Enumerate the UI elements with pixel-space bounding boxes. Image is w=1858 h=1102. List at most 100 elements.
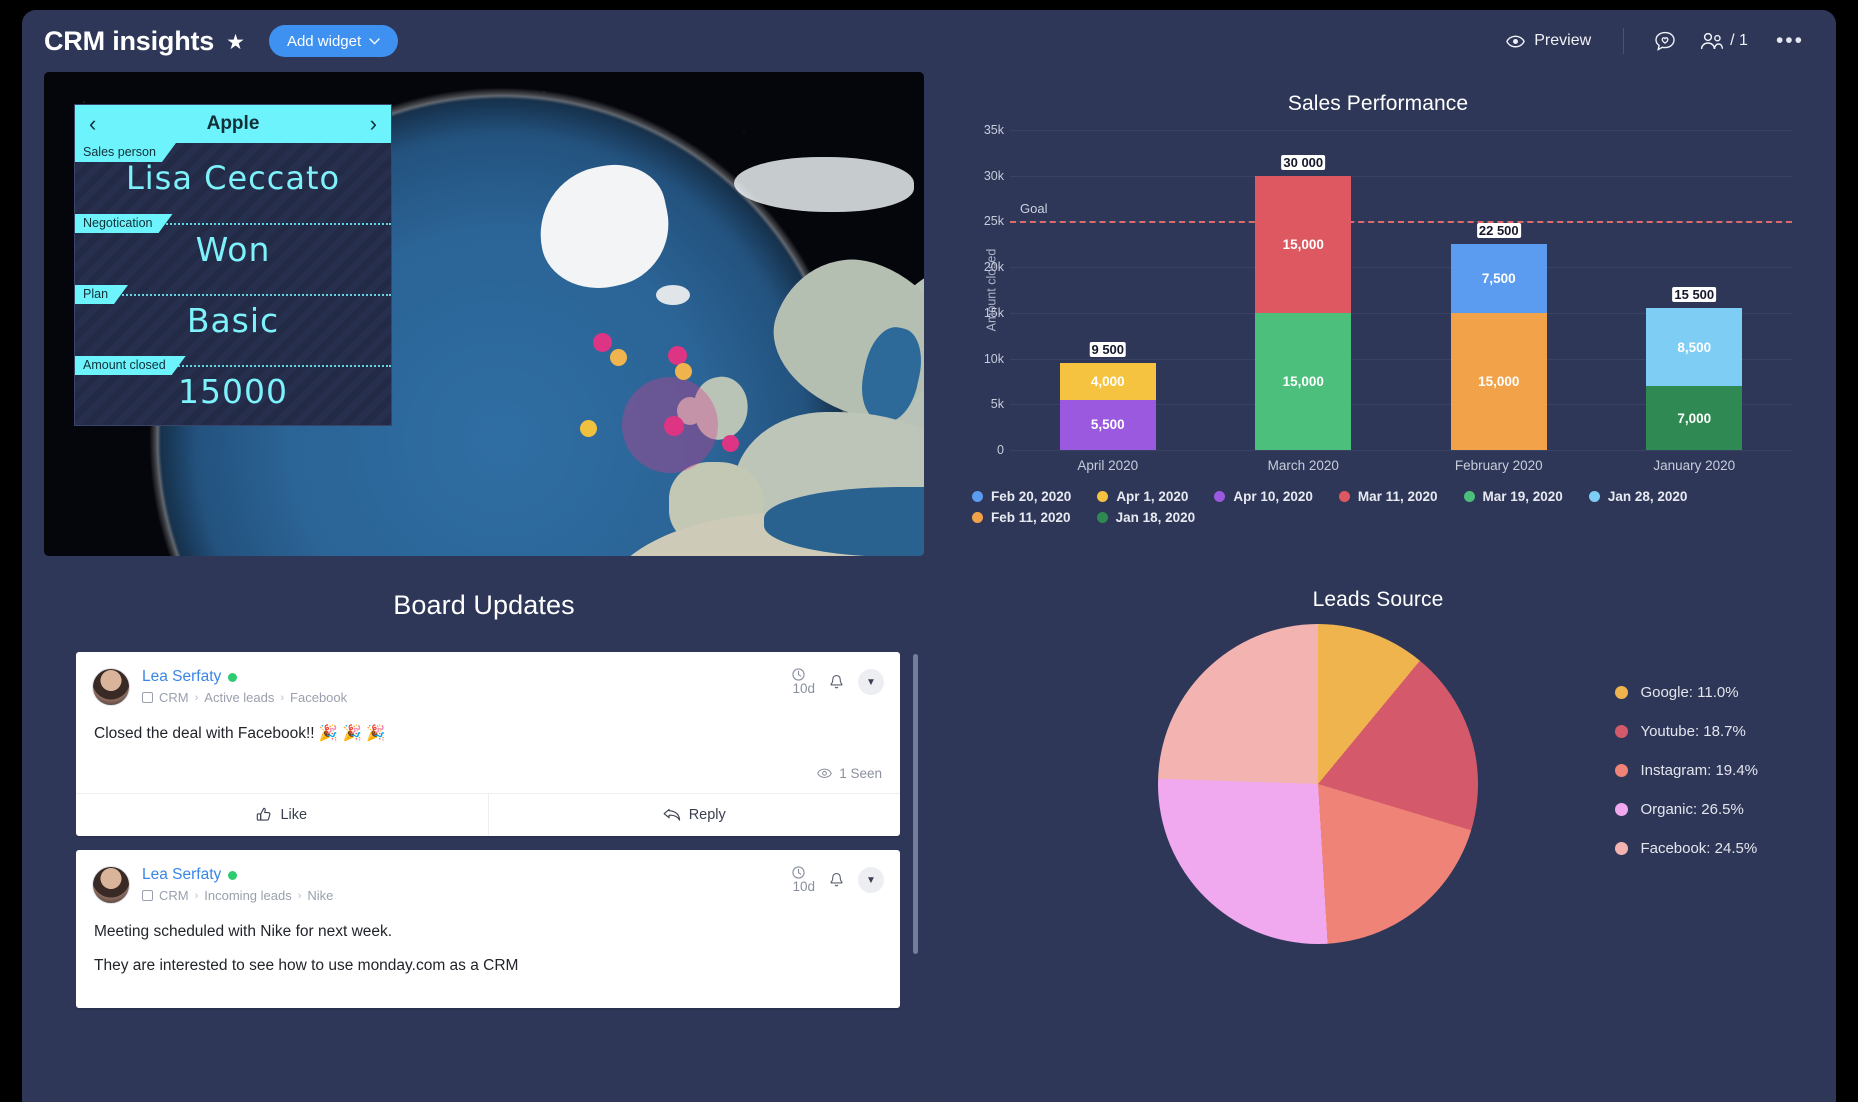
members-button[interactable]: / 1 <box>1688 32 1760 51</box>
eye-icon <box>1506 35 1525 48</box>
next-item-arrow[interactable]: › <box>370 113 377 135</box>
star-icon[interactable]: ★ <box>226 32 245 53</box>
post-options-chevron[interactable]: ▼ <box>858 669 884 695</box>
pie-legend: Google: 11.0% Youtube: 18.7% Instagram: 19… <box>1615 684 1758 857</box>
post-author[interactable]: Lea Serfaty <box>142 668 347 686</box>
map-pin[interactable] <box>664 416 684 436</box>
legend-item[interactable]: Mar 11, 2020 <box>1339 489 1438 504</box>
map-pin[interactable] <box>580 420 597 437</box>
board-icon <box>142 890 153 901</box>
y-axis-tick: 25k <box>964 214 1004 228</box>
updates-list[interactable]: Lea Serfaty CRM › Active leads › Faceb <box>76 652 900 1098</box>
board-updates-widget[interactable]: Board Updates Lea Serfaty <box>44 568 924 1098</box>
bar-chart: Amount closed 05k10k15k20k25k30k35kGoal4… <box>964 130 1792 450</box>
pie-legend-label: Google: 11.0% <box>1640 684 1738 701</box>
legend-item[interactable]: Mar 19, 2020 <box>1464 489 1563 504</box>
legend-label: Jan 18, 2020 <box>1116 510 1196 525</box>
reply-button[interactable]: Reply <box>488 794 901 836</box>
y-axis-tick: 5k <box>964 397 1004 411</box>
online-status-icon <box>228 673 237 682</box>
legend-label: Apr 1, 2020 <box>1116 489 1188 504</box>
map-widget[interactable]: ‹ Apple › Sales person Lisa Ceccato Nego… <box>44 72 924 556</box>
legend-color-dot <box>972 512 983 523</box>
update-post[interactable]: Lea Serfaty CRM › Active leads › Faceb <box>76 652 900 836</box>
breadcrumb-item-group[interactable]: Active leads <box>204 690 274 705</box>
thumbs-up-icon <box>256 807 272 823</box>
battery-card[interactable]: ‹ Apple › Sales person Lisa Ceccato Nego… <box>74 104 392 426</box>
pie-legend-label: Instagram: 19.4% <box>1640 762 1758 779</box>
widgets-board: ‹ Apple › Sales person Lisa Ceccato Nego… <box>22 72 1836 1102</box>
bar-column[interactable]: 8,5007,00015 500 <box>1597 130 1793 450</box>
map-pin[interactable] <box>610 349 627 366</box>
bell-glyph <box>829 674 844 690</box>
add-widget-button[interactable]: Add widget <box>269 25 398 57</box>
header-divider <box>1623 28 1624 54</box>
chart-legend: Feb 20, 2020 Apr 1, 2020 Apr 10, 2020 Mar 1… <box>938 473 1818 525</box>
bar-column[interactable]: 4,0005,5009 500 <box>1010 130 1206 450</box>
bar-segment[interactable]: 5,500 <box>1060 400 1156 450</box>
legend-item[interactable]: Feb 20, 2020 <box>972 489 1071 504</box>
legend-item[interactable]: Feb 11, 2020 <box>972 510 1071 525</box>
breadcrumb-separator: › <box>195 692 199 704</box>
breadcrumb-item-board[interactable]: CRM <box>159 690 189 705</box>
post-author-block: Lea Serfaty CRM › Incoming leads › Nik <box>142 866 333 903</box>
more-options-button[interactable]: ••• <box>1760 35 1810 47</box>
pie-legend-item[interactable]: Youtube: 18.7% <box>1615 723 1758 740</box>
bar-segment[interactable]: 15,000 <box>1255 176 1351 313</box>
bar-segment[interactable]: 7,500 <box>1451 244 1547 313</box>
legend-color-dot <box>972 491 983 502</box>
bell-icon[interactable] <box>829 872 844 888</box>
post-time: 10d <box>792 866 815 894</box>
post-author[interactable]: Lea Serfaty <box>142 866 333 884</box>
map-pin[interactable] <box>593 333 612 352</box>
reply-arrow-icon <box>663 808 681 822</box>
pie-legend-label: Facebook: 24.5% <box>1640 840 1757 857</box>
prev-item-arrow[interactable]: ‹ <box>89 113 96 135</box>
legend-item[interactable]: Jan 28, 2020 <box>1589 489 1688 504</box>
breadcrumb-item-item[interactable]: Facebook <box>290 690 347 705</box>
legend-item[interactable]: Apr 1, 2020 <box>1097 489 1188 504</box>
app-header: CRM insights ★ Add widget Preview <box>22 10 1836 72</box>
bar-segment[interactable]: 15,000 <box>1255 313 1351 450</box>
breadcrumb-separator: › <box>280 692 284 704</box>
pie-legend-item[interactable]: Organic: 26.5% <box>1615 801 1758 818</box>
bar-segment[interactable]: 7,000 <box>1646 386 1742 450</box>
bar-segment[interactable]: 8,500 <box>1646 308 1742 386</box>
map-pin[interactable] <box>722 435 739 452</box>
updates-scrollbar[interactable] <box>913 654 918 954</box>
breadcrumb-item-group[interactable]: Incoming leads <box>204 888 291 903</box>
breadcrumb-item-board[interactable]: CRM <box>159 888 189 903</box>
map-pin[interactable] <box>675 363 692 380</box>
pie-legend-item[interactable]: Facebook: 24.5% <box>1615 840 1758 857</box>
bar-stack: 4,0005,500 <box>1060 363 1156 450</box>
bell-icon[interactable] <box>829 674 844 690</box>
breadcrumb-item-item[interactable]: Nike <box>307 888 333 903</box>
like-label: Like <box>280 807 307 823</box>
bar-column[interactable]: 15,00015,000 30 000 <box>1206 130 1402 450</box>
post-time-value: 10d <box>792 879 815 894</box>
speech-bubble-heart-icon <box>1654 31 1676 52</box>
preview-button[interactable]: Preview <box>1492 32 1605 50</box>
pie-legend-item[interactable]: Instagram: 19.4% <box>1615 762 1758 779</box>
clock-icon <box>792 866 805 879</box>
bar-total-label: 30 000 <box>1281 155 1325 170</box>
legend-item[interactable]: Apr 10, 2020 <box>1214 489 1313 504</box>
post-options-chevron[interactable]: ▼ <box>858 867 884 893</box>
pie-legend-item[interactable]: Google: 11.0% <box>1615 684 1758 701</box>
board-icon <box>142 692 153 703</box>
leads-source-widget[interactable]: Leads Source Google: 11.0%Youtube: 18.7%… <box>938 568 1818 1098</box>
bar-segment[interactable]: 4,000 <box>1060 363 1156 400</box>
battery-value: Lisa Ceccato <box>75 159 391 197</box>
sales-performance-widget[interactable]: Sales Performance Amount closed 05k10k15… <box>938 72 1818 556</box>
pie-legend-label: Youtube: 18.7% <box>1640 723 1745 740</box>
board-updates-title: Board Updates <box>44 568 924 621</box>
update-post[interactable]: Lea Serfaty CRM › Incoming leads › Nik <box>76 850 900 1008</box>
legend-item[interactable]: Jan 18, 2020 <box>1097 510 1196 525</box>
like-button[interactable]: Like <box>76 794 488 836</box>
y-axis-tick: 10k <box>964 352 1004 366</box>
chat-button[interactable] <box>1642 31 1688 52</box>
x-axis-tick: March 2020 <box>1206 450 1402 473</box>
bar-segment[interactable]: 15,000 <box>1451 313 1547 450</box>
legend-color-dot <box>1339 491 1350 502</box>
bar-column[interactable]: 7,50015,00022 500 <box>1401 130 1597 450</box>
